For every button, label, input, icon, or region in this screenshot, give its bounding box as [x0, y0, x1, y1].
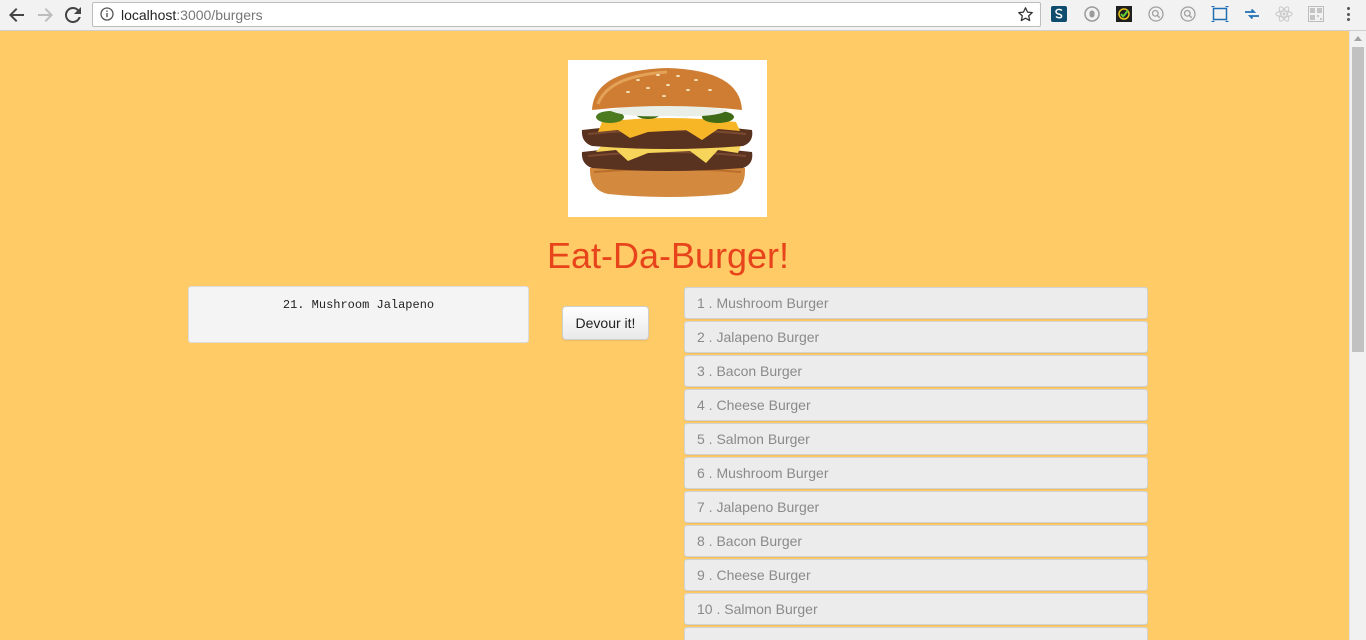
arrow-left-icon: [9, 8, 24, 22]
forward-button[interactable]: [33, 3, 57, 27]
burger-list-item[interactable]: 1 . Mushroom Burger: [684, 287, 1148, 319]
zoom-extension-2[interactable]: [1179, 5, 1197, 23]
ghostery-icon: [1084, 6, 1100, 22]
burger-list-item[interactable]: 5 . Salmon Burger: [684, 423, 1148, 455]
zoom-icon-2: [1180, 6, 1196, 22]
sync-extension[interactable]: [1243, 5, 1261, 23]
reload-icon: [65, 7, 81, 23]
burger-list-item[interactable]: 6 . Mushroom Burger: [684, 457, 1148, 489]
pending-burgers-panel: 21. Mushroom Jalapeno: [188, 286, 529, 343]
zoom-extension[interactable]: [1147, 5, 1165, 23]
sync-icon: [1245, 8, 1259, 20]
menu-dot-icon: [1346, 18, 1350, 21]
burger-image: [568, 60, 767, 217]
checklist-icon: [1116, 6, 1132, 22]
url-host: localhost: [121, 7, 177, 23]
burger-list: 1 . Mushroom Burger 2 . Jalapeno Burger …: [684, 287, 1148, 640]
qr-icon: [1308, 6, 1324, 22]
ghostery-extension[interactable]: [1083, 5, 1101, 23]
stylus-extension[interactable]: [1050, 5, 1068, 23]
pending-burger-item: 21. Mushroom Jalapeno: [282, 298, 435, 312]
url-path: :3000/burgers: [176, 7, 263, 23]
burger-list-item[interactable]: 8 . Bacon Burger: [684, 525, 1148, 557]
burger-list-item[interactable]: 7 . Jalapeno Burger: [684, 491, 1148, 523]
burger-list-item[interactable]: 3 . Bacon Burger: [684, 355, 1148, 387]
browser-toolbar: localhost:3000/burgers: [0, 0, 1366, 31]
burger-list-item[interactable]: 4 . Cheese Burger: [684, 389, 1148, 421]
qr-extension[interactable]: [1307, 5, 1325, 23]
page-scrollbar[interactable]: [1349, 31, 1366, 640]
burger-list-item-partial[interactable]: [684, 627, 1148, 640]
menu-dot-icon: [1346, 12, 1350, 16]
back-button[interactable]: [5, 3, 29, 27]
scroll-up-arrow-icon[interactable]: [1354, 36, 1362, 41]
menu-dot-icon: [1346, 7, 1350, 10]
bookmark-star-icon[interactable]: [1017, 6, 1034, 23]
page-title: Eat-Da-Burger!: [546, 235, 790, 276]
stylus-icon: [1051, 6, 1067, 22]
info-icon[interactable]: [100, 7, 114, 21]
address-bar[interactable]: localhost:3000/burgers: [92, 2, 1041, 27]
zoom-icon: [1148, 6, 1164, 22]
scrollbar-thumb[interactable]: [1352, 47, 1364, 352]
reload-button[interactable]: [61, 3, 85, 27]
devour-button[interactable]: Devour it!: [562, 306, 649, 340]
window-extension[interactable]: [1211, 5, 1229, 23]
checklist-extension[interactable]: [1115, 5, 1133, 23]
react-extension[interactable]: [1275, 5, 1293, 23]
burger-list-item[interactable]: 9 . Cheese Burger: [684, 559, 1148, 591]
window-icon: [1211, 6, 1229, 22]
arrow-right-icon: [38, 8, 53, 22]
react-icon: [1275, 6, 1293, 22]
browser-menu-button[interactable]: [1342, 5, 1354, 23]
page-viewport: Eat-Da-Burger! 21. Mushroom Jalapeno Dev…: [0, 31, 1349, 640]
burger-icon: [581, 68, 753, 197]
burger-list-item[interactable]: 10 . Salmon Burger: [684, 593, 1148, 625]
url-text: localhost:3000/burgers: [121, 7, 263, 23]
burger-list-item[interactable]: 2 . Jalapeno Burger: [684, 321, 1148, 353]
